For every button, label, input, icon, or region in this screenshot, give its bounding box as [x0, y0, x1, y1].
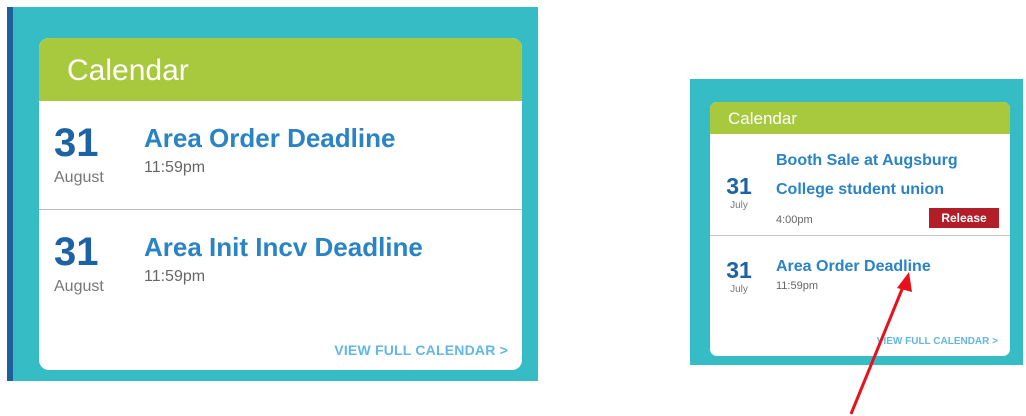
event-day: 31: [726, 173, 752, 199]
event-time: 11:59pm: [144, 268, 206, 285]
view-full-calendar-link[interactable]: VIEW FULL CALENDAR >: [877, 336, 998, 347]
widget-left-edge: [7, 7, 13, 381]
event-month: July: [730, 284, 748, 295]
release-badge: Release: [929, 208, 999, 228]
event-title-link[interactable]: Booth Sale at Augsburg College student u…: [776, 146, 1006, 204]
calendar-event[interactable]: 31 July Area Order Deadline 11:59pm: [710, 236, 1010, 298]
calendar-card-large: Calendar 31 August Area Order Deadline 1…: [39, 38, 522, 370]
calendar-event[interactable]: 31 August Area Init Incv Deadline 11:59p…: [39, 210, 522, 318]
event-day: 31: [726, 257, 752, 283]
event-title-link[interactable]: Area Init Incv Deadline: [144, 232, 423, 262]
calendar-header: Calendar: [710, 102, 1010, 134]
event-day: 31: [54, 121, 99, 165]
calendar-widget-large: Calendar 31 August Area Order Deadline 1…: [7, 7, 538, 381]
event-time: 11:59pm: [776, 280, 818, 292]
event-title-link[interactable]: Area Order Deadline: [144, 123, 395, 153]
view-full-calendar-link[interactable]: VIEW FULL CALENDAR >: [334, 342, 508, 358]
event-time: 11:59pm: [144, 159, 206, 176]
calendar-header: Calendar: [39, 38, 522, 101]
calendar-event[interactable]: 31 July Booth Sale at Augsburg College s…: [710, 134, 1010, 236]
calendar-widget-small: Calendar 31 July Booth Sale at Augsburg …: [690, 79, 1023, 365]
event-month: August: [54, 278, 104, 295]
event-day: 31: [54, 230, 99, 274]
event-month: August: [54, 169, 104, 186]
calendar-card-small: Calendar 31 July Booth Sale at Augsburg …: [710, 102, 1010, 356]
event-month: July: [730, 200, 748, 211]
event-title-link[interactable]: Area Order Deadline: [776, 252, 1006, 281]
calendar-event[interactable]: 31 August Area Order Deadline 11:59pm: [39, 101, 522, 210]
event-time: 4:00pm: [776, 214, 813, 226]
